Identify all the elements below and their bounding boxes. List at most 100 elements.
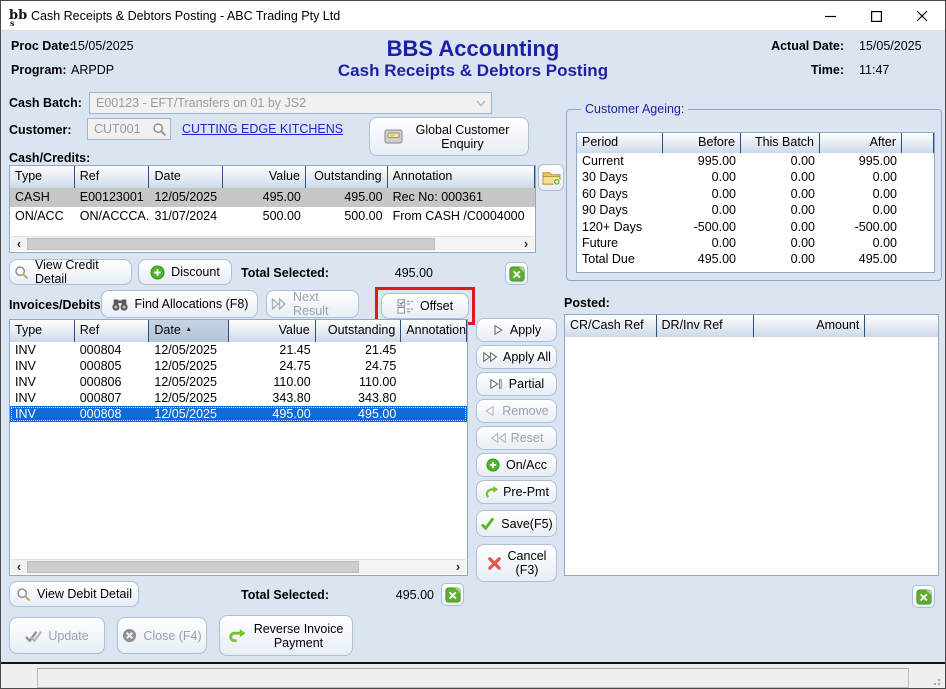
apply-all-label: Apply All xyxy=(503,350,551,364)
remove-icon xyxy=(484,405,496,417)
cc-col-type[interactable]: Type xyxy=(10,166,75,188)
view-debit-detail-button[interactable]: View Debit Detail xyxy=(9,581,139,607)
scroll-right-icon[interactable]: › xyxy=(450,560,466,574)
minimize-button[interactable] xyxy=(807,1,853,31)
next-result-button[interactable]: Next Result xyxy=(266,290,359,318)
update-button[interactable]: Update xyxy=(9,617,105,654)
ageing-col-thisbatch: This Batch xyxy=(741,133,820,153)
ageing-col-before: Before xyxy=(663,133,741,153)
cash-credit-row[interactable]: ON/ACC ON/ACCCA... 31/07/2024 500.00 500… xyxy=(10,207,535,226)
cash-credit-row-selected[interactable]: CASH E00123001 12/05/2025 495.00 495.00 … xyxy=(10,188,535,207)
folder-add-icon xyxy=(542,169,561,186)
enquiry-icon xyxy=(383,127,404,146)
debit-export-excel-button[interactable] xyxy=(441,583,464,606)
invoice-row[interactable]: INV00080612/05/2025110.00110.00 xyxy=(10,374,467,390)
cancel-label: Cancel xyxy=(508,549,547,563)
invoices-hscrollbar[interactable]: ‹ › xyxy=(11,559,466,574)
magnifier-icon xyxy=(14,265,29,280)
scroll-left-icon[interactable]: ‹ xyxy=(11,560,27,574)
cancel-key-label: (F3) xyxy=(508,563,547,577)
customer-search-icon[interactable] xyxy=(152,122,167,137)
customer-label: Customer: xyxy=(9,123,72,137)
close-label: Close (F4) xyxy=(143,629,201,643)
actual-date-label: Actual Date: xyxy=(771,39,844,53)
apply-all-button[interactable]: Apply All xyxy=(476,345,557,369)
invoice-row-selected[interactable]: INV00080812/05/2025495.00495.00 xyxy=(10,406,467,422)
inv-col-value[interactable]: Value xyxy=(229,320,316,342)
update-check-icon xyxy=(25,629,42,643)
customer-ageing-legend: Customer Ageing: xyxy=(581,102,688,116)
posted-table: CR/Cash Ref DR/Inv Ref Amount xyxy=(564,314,939,576)
cash-credits-table: Type Ref Date Value Outstanding Annotati… xyxy=(9,165,536,253)
magnifier-icon xyxy=(16,587,31,602)
cc-col-annotation[interactable]: Annotation xyxy=(388,166,535,188)
reverse-invoice-payment-label: Reverse Invoice Payment xyxy=(252,622,346,650)
apply-button[interactable]: Apply xyxy=(476,318,557,342)
view-credit-detail-button[interactable]: View Credit Detail xyxy=(9,259,132,285)
invoice-row[interactable]: INV00080512/05/202524.7524.75 xyxy=(10,358,467,374)
inv-col-outstanding[interactable]: Outstanding xyxy=(316,320,402,342)
scroll-thumb[interactable] xyxy=(27,238,435,250)
plus-circle-icon xyxy=(486,458,500,472)
excel-icon xyxy=(445,587,461,603)
invoice-row[interactable]: INV00080712/05/2025343.80343.80 xyxy=(10,390,467,406)
reset-button[interactable]: Reset xyxy=(476,426,557,450)
scroll-left-icon[interactable]: ‹ xyxy=(11,237,27,251)
cash-batch-select[interactable]: E00123 - EFT/Transfers on 01 by JS2 xyxy=(89,92,492,114)
partial-button[interactable]: Partial xyxy=(476,372,557,396)
ageing-header-row: Period Before This Batch After xyxy=(577,133,934,153)
cc-col-outstanding[interactable]: Outstanding xyxy=(306,166,388,188)
maximize-button[interactable] xyxy=(853,1,899,31)
discount-button[interactable]: Discount xyxy=(138,259,232,285)
on-acc-button[interactable]: On/Acc xyxy=(476,453,557,477)
inv-col-date[interactable]: Date xyxy=(149,320,229,342)
find-allocations-button[interactable]: Find Allocations (F8) xyxy=(101,290,258,318)
actual-date-value: 15/05/2025 xyxy=(859,39,922,53)
title-bar: bbs Cash Receipts & Debtors Posting - AB… xyxy=(1,1,945,31)
scroll-thumb[interactable] xyxy=(27,561,359,573)
cc-col-value[interactable]: Value xyxy=(223,166,306,188)
posted-col-crcashref[interactable]: CR/Cash Ref xyxy=(565,315,657,337)
excel-icon xyxy=(916,589,932,605)
customer-name-link[interactable]: CUTTING EDGE KITCHENS xyxy=(182,122,343,136)
inv-col-annotation[interactable]: Annotation xyxy=(401,320,467,342)
credit-export-excel-button[interactable] xyxy=(505,262,528,285)
posted-col-amount[interactable]: Amount xyxy=(754,315,865,337)
remove-button[interactable]: Remove xyxy=(476,399,557,423)
posted-export-excel-button[interactable] xyxy=(912,585,935,608)
offset-icon xyxy=(397,299,414,314)
debit-total-selected-value: 495.00 xyxy=(351,588,434,602)
add-to-folder-button[interactable] xyxy=(538,164,564,191)
next-result-label: Next Result xyxy=(293,290,354,318)
invoices-header-row: Type Ref Date Value Outstanding Annotati… xyxy=(10,320,467,342)
cash-credits-hscrollbar[interactable]: ‹ › xyxy=(11,236,534,251)
close-window-button[interactable] xyxy=(899,1,945,31)
cc-col-date[interactable]: Date xyxy=(149,166,223,188)
time-label: Time: xyxy=(811,63,844,77)
cancel-button[interactable]: Cancel (F3) xyxy=(476,544,557,582)
save-button[interactable]: Save(F5) xyxy=(476,510,557,537)
customer-code-input[interactable]: CUT001 xyxy=(87,118,171,140)
invoices-debits-label: Invoices/Debits: xyxy=(9,298,105,312)
inv-col-ref[interactable]: Ref xyxy=(75,320,150,342)
ageing-col-after: After xyxy=(820,133,902,153)
inv-col-type[interactable]: Type xyxy=(10,320,75,342)
view-credit-detail-label: View Credit Detail xyxy=(35,258,127,286)
chevron-down-icon xyxy=(476,100,486,107)
resize-grip[interactable] xyxy=(933,676,942,685)
global-customer-enquiry-button[interactable]: Global Customer Enquiry xyxy=(369,117,529,156)
offset-button[interactable]: Offset xyxy=(381,293,469,319)
cc-col-ref[interactable]: Ref xyxy=(75,166,150,188)
scroll-right-icon[interactable]: › xyxy=(518,237,534,251)
pre-pmt-button[interactable]: Pre-Pmt xyxy=(476,480,557,504)
window-title: Cash Receipts & Debtors Posting - ABC Tr… xyxy=(31,1,340,31)
posted-col-drinvref[interactable]: DR/Inv Ref xyxy=(657,315,754,337)
customer-code-value: CUT001 xyxy=(94,122,141,136)
remove-label: Remove xyxy=(502,404,549,418)
on-acc-label: On/Acc xyxy=(506,458,547,472)
reverse-invoice-payment-button[interactable]: Reverse Invoice Payment xyxy=(219,615,353,656)
excel-icon xyxy=(509,266,525,282)
invoice-row[interactable]: INV00080412/05/202521.4521.45 xyxy=(10,342,467,358)
credit-total-selected-label: Total Selected: xyxy=(241,266,329,280)
close-button[interactable]: Close (F4) xyxy=(117,617,207,654)
